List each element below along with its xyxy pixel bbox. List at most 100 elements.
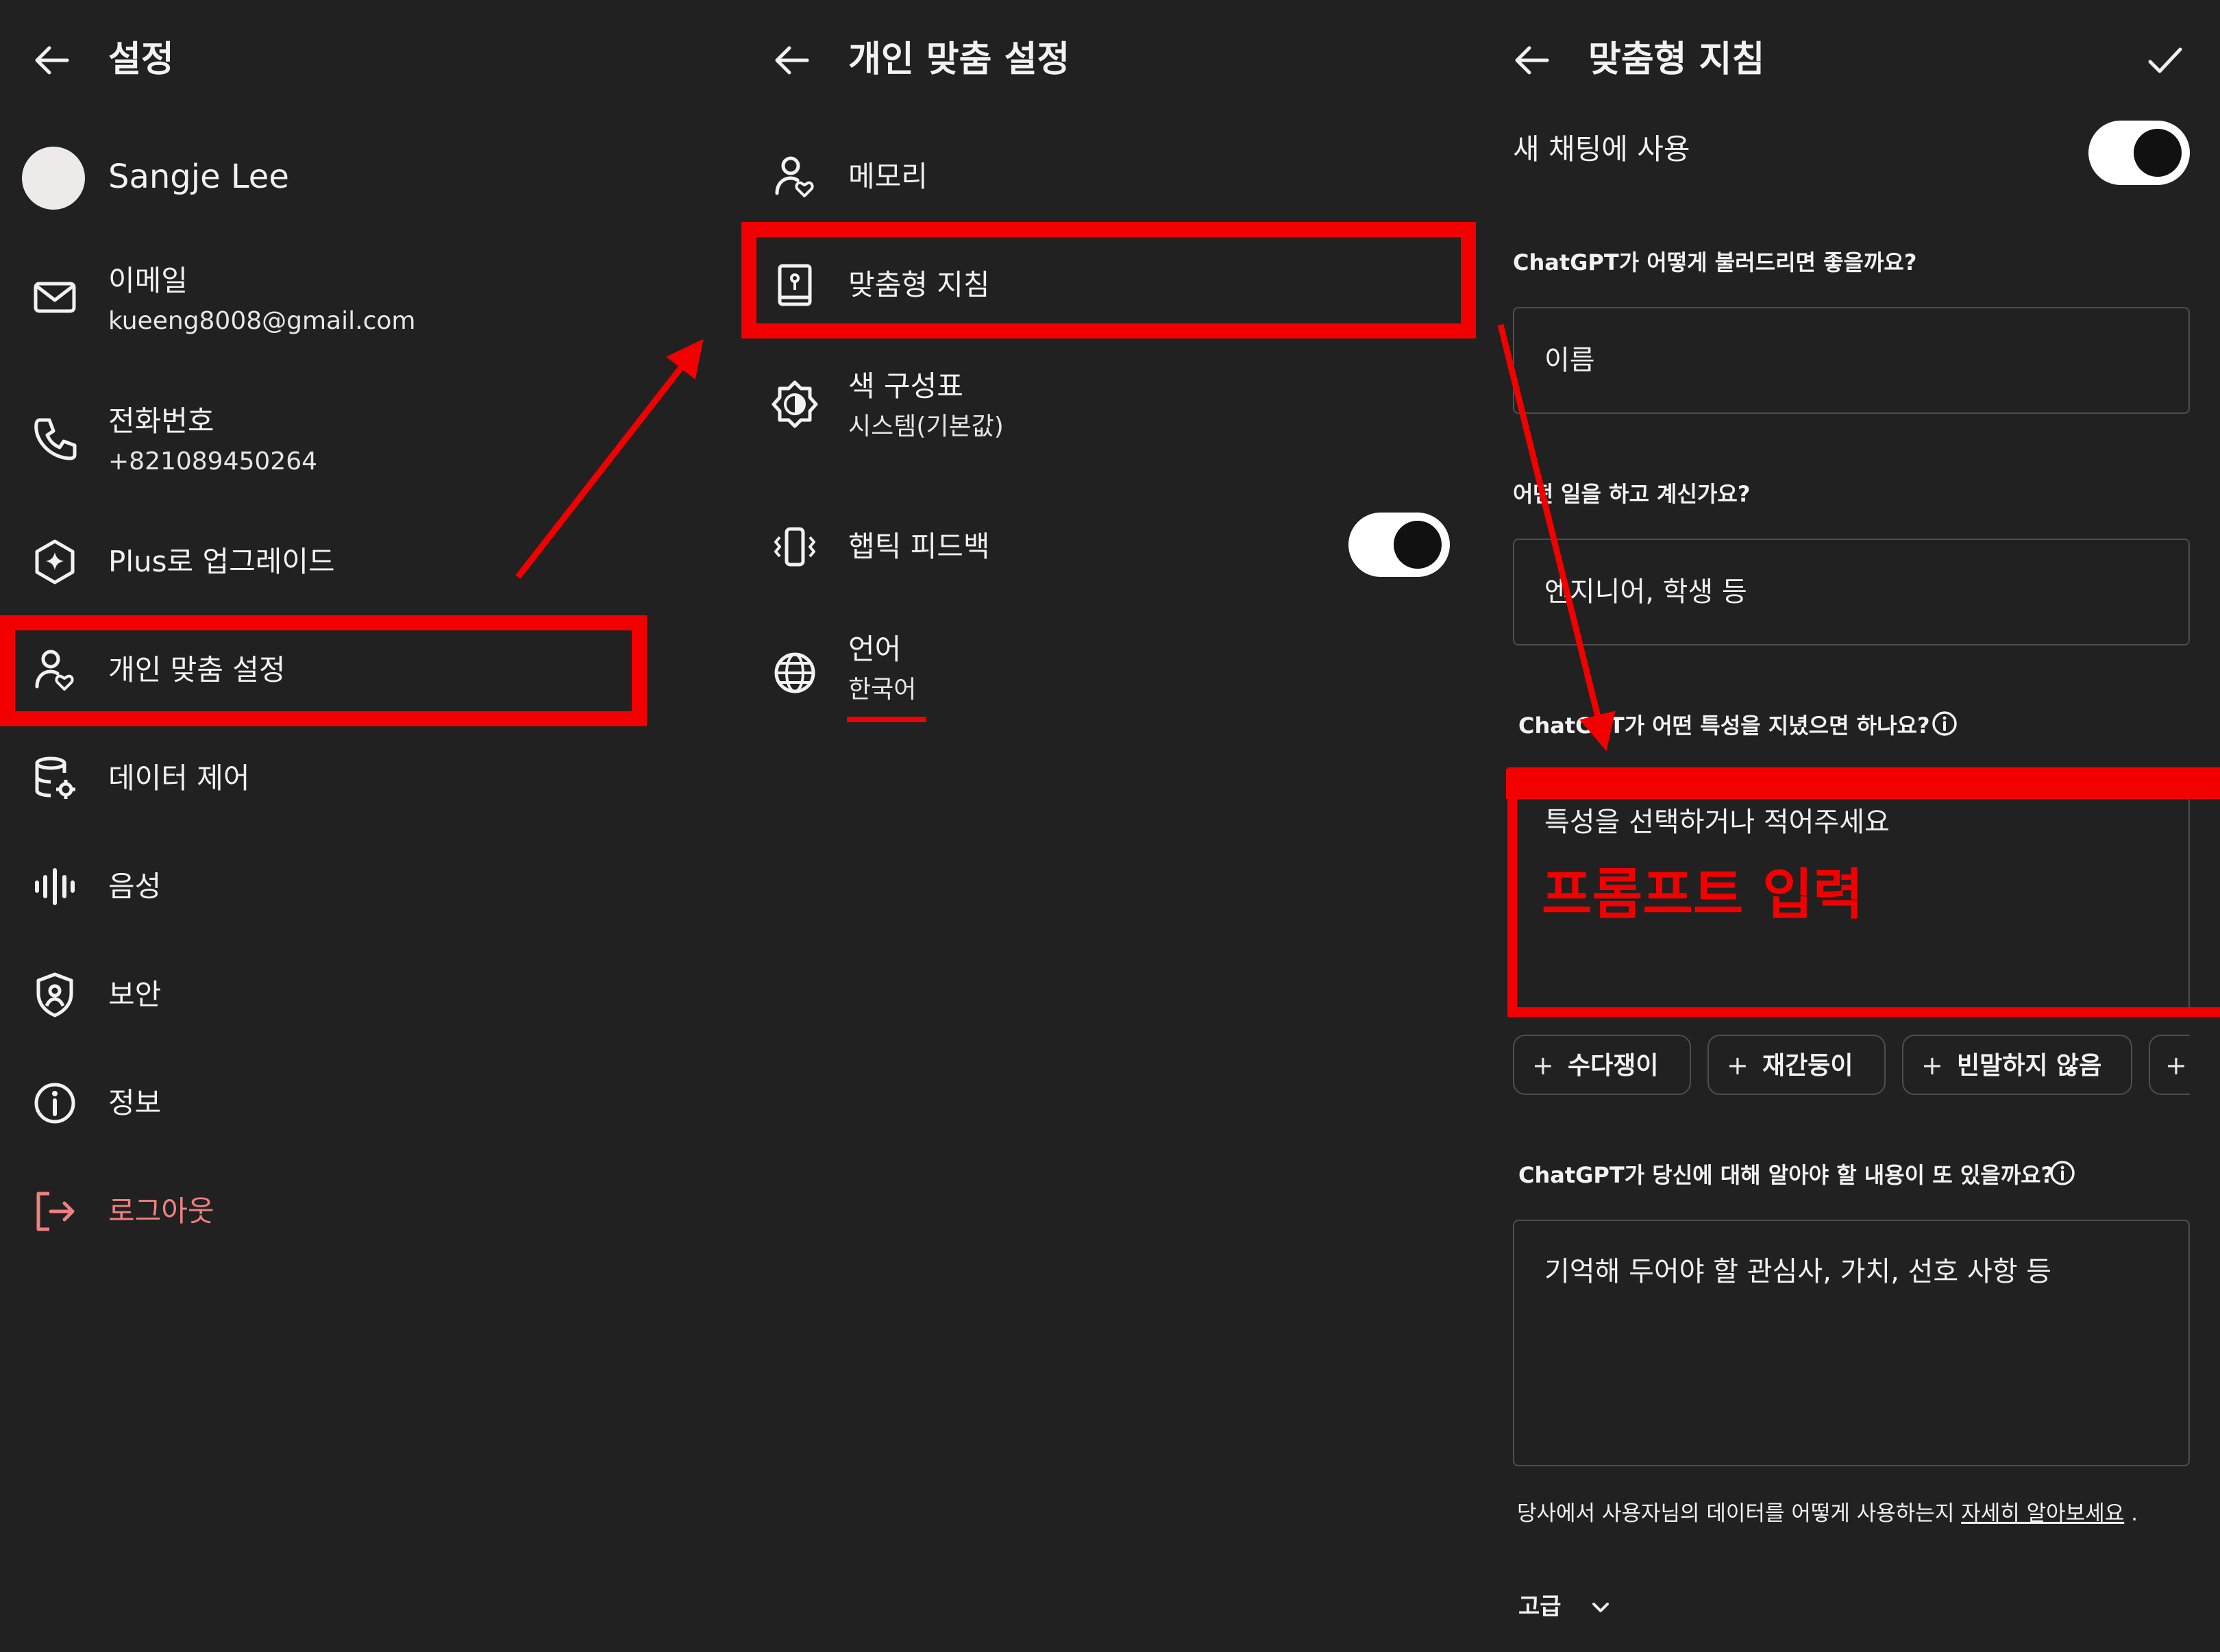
phone-label: 전화번호 <box>108 404 214 438</box>
personalization-row[interactable]: 개인 맞춤 설정 <box>0 643 740 698</box>
chevron-down-icon <box>1588 1595 1613 1620</box>
personalization-panel: 개인 맞춤 설정 메모리 맞춤형 지침 색 구성표 시스템(기본값) 햅틱 피드… <box>740 0 1480 1652</box>
security-label: 보안 <box>108 978 162 1011</box>
about-label: 정보 <box>108 1086 162 1120</box>
theme-brightness-icon <box>770 380 819 429</box>
question-traits-label: ChatGPT가 어떤 특성을 지녔으면 하나요? <box>1518 713 1930 739</box>
color-scheme-label: 색 구성표 <box>848 369 963 403</box>
upgrade-row[interactable]: Plus로 업그레이드 <box>0 534 740 589</box>
advanced-label: 고급 <box>1518 1593 1562 1620</box>
person-heart-icon <box>30 645 79 695</box>
personalization-header: 개인 맞춤 설정 <box>740 0 1480 123</box>
trait-chip-straight-shooting[interactable]: + 빈말하지 않음 <box>1902 1035 2132 1095</box>
voice-row[interactable]: 음성 <box>0 859 740 914</box>
memory-row[interactable]: 메모리 <box>740 149 1480 204</box>
name-placeholder: 이름 <box>1544 345 1595 376</box>
phone-value: +821089450264 <box>108 447 318 476</box>
footer-note: 당사에서 사용자님의 데이터를 어떻게 사용하는지 자세히 알아보세요 . <box>1517 1498 2138 1529</box>
trait-chip-witty[interactable]: + 재간둥이 <box>1707 1035 1886 1095</box>
advanced-toggle[interactable]: 고급 <box>1518 1590 1655 1625</box>
question-more-label: ChatGPT가 당신에 대해 알아야 할 내용이 또 있을까요? <box>1518 1162 2054 1188</box>
database-gear-icon <box>30 754 79 803</box>
phone-icon <box>30 413 79 463</box>
haptic-label: 햅틱 피드백 <box>848 530 990 563</box>
custom-instructions-label: 맞춤형 지침 <box>848 268 990 301</box>
security-row[interactable]: 보안 <box>0 967 740 1022</box>
plus-icon: + <box>1727 1050 1749 1081</box>
color-scheme-row[interactable]: 색 구성표 시스템(기본값) <box>740 363 1480 452</box>
back-arrow-icon[interactable] <box>30 38 74 82</box>
footer-period: . <box>2131 1501 2138 1526</box>
phone-row[interactable]: 전화번호 +821089450264 <box>0 394 740 483</box>
footer-text: 당사에서 사용자님의 데이터를 어떻게 사용하는지 <box>1517 1501 1955 1526</box>
avatar <box>22 147 85 210</box>
job-input[interactable]: 엔지니어, 학생 등 <box>1513 539 2190 645</box>
email-label: 이메일 <box>108 264 188 297</box>
haptic-toggle[interactable] <box>1348 513 1450 577</box>
toggle-knob <box>1394 521 1442 569</box>
color-scheme-value: 시스템(기본값) <box>848 412 1004 441</box>
custom-instructions-header: 맞춤형 지침 <box>1480 0 2220 123</box>
book-icon <box>770 260 819 310</box>
trait-chip-chatty[interactable]: + 수다쟁이 <box>1513 1035 1691 1095</box>
page-title: 개인 맞춤 설정 <box>848 39 1070 80</box>
toggle-knob <box>2134 129 2182 177</box>
job-placeholder: 엔지니어, 학생 등 <box>1544 576 1747 608</box>
person-heart-icon <box>770 152 819 201</box>
checkmark-icon[interactable] <box>2143 38 2187 82</box>
chip-label: 수다쟁이 <box>1568 1052 1659 1080</box>
data-controls-label: 데이터 제어 <box>108 761 250 795</box>
learn-more-link[interactable]: 자세히 알아보세요 <box>1961 1501 2124 1526</box>
memory-label: 메모리 <box>848 160 928 193</box>
about-row[interactable]: 정보 <box>0 1076 740 1131</box>
plus-icon: + <box>1921 1050 1943 1081</box>
logout-label: 로그아웃 <box>108 1194 214 1228</box>
info-icon[interactable] <box>2049 1159 2076 1187</box>
chip-label: 빈말하지 않음 <box>1957 1052 2102 1080</box>
trait-chip-more[interactable]: + <box>2149 1035 2190 1095</box>
mail-icon <box>30 273 79 322</box>
shield-user-icon <box>30 970 79 1020</box>
language-row[interactable]: 언어 한국어 <box>740 630 1480 726</box>
chip-label: 재간둥이 <box>1762 1052 1853 1080</box>
profile-name: Sangje Lee <box>108 158 289 196</box>
info-icon <box>30 1078 79 1128</box>
back-arrow-icon[interactable] <box>1510 38 1554 82</box>
settings-panel: 설정 Sangje Lee 이메일 kueeng8008@gmail.com 전… <box>0 0 740 1652</box>
plus-icon: + <box>1532 1050 1554 1081</box>
email-value: kueeng8008@gmail.com <box>108 307 416 335</box>
sparkle-hexagon-icon <box>30 537 79 587</box>
voice-label: 음성 <box>108 870 162 903</box>
page-title: 설정 <box>108 39 174 80</box>
language-value: 한국어 <box>848 676 917 704</box>
custom-instructions-row[interactable]: 맞춤형 지침 <box>740 258 1480 312</box>
email-row[interactable]: 이메일 kueeng8008@gmail.com <box>0 254 740 343</box>
logout-row[interactable]: 로그아웃 <box>0 1184 740 1239</box>
info-icon[interactable] <box>1931 710 1958 737</box>
traits-input[interactable]: 특성을 선택하거나 적어주세요 프롬프트 입력 <box>1513 774 2190 1014</box>
custom-instructions-panel: 맞춤형 지침 새 채팅에 사용 ChatGPT가 어떻게 불러드리면 좋을까요?… <box>1480 0 2220 1652</box>
question-job-label: 어떤 일을 하고 계신가요? <box>1513 481 1751 507</box>
language-label: 언어 <box>848 632 902 666</box>
globe-icon <box>770 648 819 698</box>
more-info-input[interactable]: 기억해 두어야 할 관심사, 가치, 선호 사항 등 <box>1513 1220 2190 1466</box>
upgrade-label: Plus로 업그레이드 <box>108 545 335 578</box>
vibration-icon <box>770 522 819 571</box>
waveform-icon <box>30 862 79 911</box>
new-chats-label: 새 채팅에 사용 <box>1513 132 1690 166</box>
haptic-row[interactable]: 햅틱 피드백 <box>740 513 1480 581</box>
more-info-placeholder: 기억해 두어야 할 관심사, 가치, 선호 사항 등 <box>1544 1256 2052 1287</box>
question-name-label: ChatGPT가 어떻게 불러드리면 좋을까요? <box>1513 249 1917 275</box>
profile-row[interactable]: Sangje Lee <box>0 144 740 212</box>
name-input[interactable]: 이름 <box>1513 307 2190 414</box>
page-title: 맞춤형 지침 <box>1588 39 1765 80</box>
annotation-underline <box>847 717 926 722</box>
data-controls-row[interactable]: 데이터 제어 <box>0 751 740 806</box>
logout-icon <box>30 1187 79 1236</box>
personalization-label: 개인 맞춤 설정 <box>108 653 286 687</box>
annotation-text: 프롬프트 입력 <box>1542 863 1864 926</box>
traits-placeholder: 특성을 선택하거나 적어주세요 <box>1544 806 1890 838</box>
new-chats-toggle[interactable] <box>2088 121 2190 185</box>
back-arrow-icon[interactable] <box>770 38 814 82</box>
chip-label: + <box>2165 1050 2187 1081</box>
